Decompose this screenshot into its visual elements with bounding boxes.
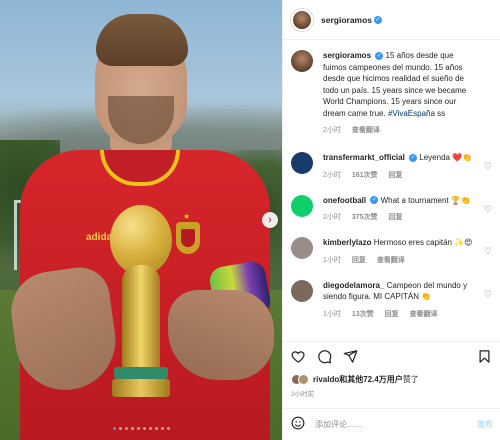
author-username[interactable]: sergioramos — [321, 15, 372, 25]
comment-username[interactable]: transfermarkt_official — [323, 153, 405, 162]
comment-item: diegodelamora_ Campeon del mundo y siend… — [283, 271, 500, 319]
carousel-dot — [160, 427, 164, 430]
comment-input[interactable]: 添加评论…… — [315, 419, 477, 430]
comment-time[interactable]: 2小时 — [323, 214, 341, 221]
comment-reply-button[interactable]: 回复 — [385, 311, 399, 318]
comment-text: Leyenda ❤️👏 — [419, 153, 473, 162]
comment-translate-button[interactable]: 查看翻译 — [377, 257, 405, 264]
post-comment-button[interactable]: 发布 — [477, 419, 493, 430]
comment-like-heart-icon[interactable]: ♡ — [484, 204, 492, 215]
trophy-stem — [122, 265, 160, 375]
verified-badge-icon: ✓ — [374, 15, 383, 24]
add-comment-bar: 添加评论…… 发布 — [283, 408, 500, 440]
bookmark-icon[interactable] — [477, 349, 493, 365]
liker-username[interactable]: rivaldo — [313, 375, 339, 384]
verified-badge-icon: ✓ — [375, 51, 384, 60]
liker-avatar — [298, 374, 309, 385]
likes-summary[interactable]: rivaldo和其他72.4万用户赞了 — [291, 374, 493, 385]
comment-avatar[interactable] — [291, 237, 313, 259]
post-photo[interactable]: adidas ★ › — [0, 0, 282, 440]
caption-translate-button[interactable]: 查看翻译 — [352, 127, 380, 134]
verified-badge-icon: ✓ — [370, 196, 379, 205]
caption-hashtag-suffix: ss — [437, 108, 446, 118]
comment-item: kimberlylazo Hermoso eres capitán ✨😍 1小时… — [283, 228, 500, 265]
carousel-dot — [118, 427, 122, 430]
author-avatar[interactable] — [291, 8, 313, 31]
post-actions-bar: rivaldo和其他72.4万用户赞了 2小时前 — [283, 341, 500, 398]
carousel-dot — [130, 427, 134, 430]
comment-item: onefootball ✓ What a tournament 🏆👏 2小时 3… — [283, 186, 500, 223]
comment-reply-button[interactable]: 回复 — [352, 257, 366, 264]
comment-time[interactable]: 1小时 — [323, 311, 341, 318]
comment-username[interactable]: diegodelamora_ — [323, 281, 384, 290]
verified-badge-icon: ✓ — [409, 153, 418, 162]
comment-reply-button[interactable]: 回复 — [389, 172, 403, 179]
trophy-base-band — [114, 367, 168, 379]
comment-text: Hermoso eres capitán ✨😍 — [373, 238, 473, 247]
comments-list[interactable]: sergioramos ✓ 15 años desde que fuimos c… — [283, 41, 500, 341]
post-header: sergioramos ✓ — [283, 0, 500, 40]
player-right-arm — [168, 290, 274, 380]
comment-avatar[interactable] — [291, 279, 313, 302]
carousel-dot — [112, 427, 116, 430]
comment-like-heart-icon[interactable]: ♡ — [484, 289, 492, 300]
carousel-dot — [154, 427, 158, 430]
comment-username[interactable]: onefootball — [323, 196, 366, 205]
comment-like-heart-icon[interactable]: ♡ — [484, 161, 492, 172]
carousel-dot — [136, 427, 140, 430]
carousel-dot — [166, 427, 170, 430]
instagram-post-modal: adidas ★ › sergioramos ✓ sergioramos ✓ 1… — [0, 0, 500, 440]
comment-likes[interactable]: 13次赞 — [352, 311, 374, 318]
caption-time[interactable]: 2小时 — [323, 127, 341, 134]
comment-likes[interactable]: 161次赞 — [352, 172, 378, 179]
comment-username[interactable]: kimberlylazo — [323, 238, 371, 247]
jersey-star: ★ — [183, 212, 191, 221]
comment-item: transfermarkt_official ✓ Leyenda ❤️👏 2小时… — [283, 143, 500, 180]
comment-avatar[interactable] — [291, 194, 313, 217]
comment-like-heart-icon[interactable]: ♡ — [484, 246, 492, 257]
world-cup-trophy — [108, 205, 174, 400]
trophy-base — [112, 379, 170, 397]
carousel-dot — [148, 427, 152, 430]
comment-time[interactable]: 2小时 — [323, 172, 341, 179]
comment-time[interactable]: 1小时 — [323, 257, 341, 264]
carousel-dot — [124, 427, 128, 430]
caption-hashtag[interactable]: #VivaEspaña — [388, 109, 435, 118]
comment-avatar[interactable] — [291, 152, 313, 174]
jersey-crest — [176, 222, 200, 254]
post-timestamp[interactable]: 2小时前 — [291, 388, 493, 398]
comment-reply-button[interactable]: 回复 — [389, 214, 403, 221]
heart-icon[interactable] — [291, 349, 307, 365]
carousel-next-icon[interactable]: › — [262, 212, 278, 228]
comment-translate-button[interactable]: 查看翻译 — [410, 311, 438, 318]
post-side-panel: sergioramos ✓ sergioramos ✓ 15 años desd… — [282, 0, 500, 440]
caption-avatar[interactable] — [291, 50, 313, 72]
caption: sergioramos ✓ 15 años desde que fuimos c… — [283, 41, 500, 135]
comment-text: What a tournament 🏆👏 — [380, 195, 471, 205]
likes-count-text[interactable]: 和其他72.4万用户 — [339, 375, 403, 384]
carousel-dot — [142, 427, 146, 430]
comment-likes[interactable]: 375次赞 — [352, 214, 378, 221]
carousel-dots — [0, 423, 282, 432]
player-hair — [96, 14, 188, 66]
caption-username[interactable]: sergioramos — [323, 51, 371, 60]
send-icon[interactable] — [343, 349, 359, 365]
likes-suffix: 赞了 — [402, 375, 419, 384]
comment-icon[interactable] — [317, 349, 333, 365]
emoji-icon[interactable] — [291, 416, 309, 433]
action-icons — [291, 348, 493, 366]
